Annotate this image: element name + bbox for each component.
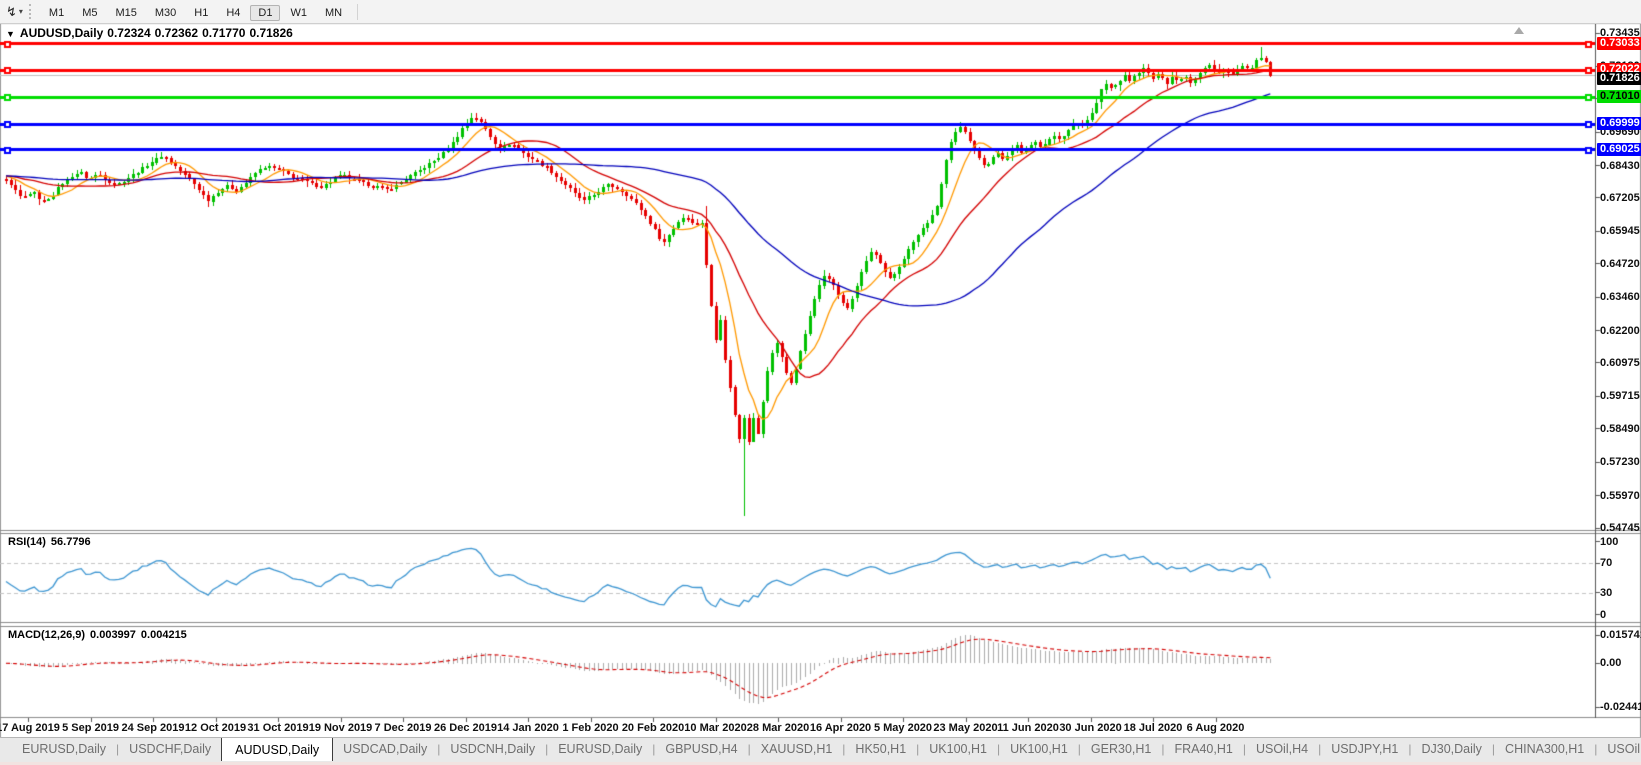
- price-axis-tick: 0.65945: [1600, 225, 1640, 237]
- date-axis-label: 19 Nov 2019: [309, 722, 373, 734]
- chart-tab-audusd-daily[interactable]: AUDUSD,Daily: [221, 737, 333, 761]
- price-level-label: 0.69999: [1597, 117, 1641, 130]
- cursor-tool-icon[interactable]: ↯: [0, 1, 19, 23]
- chart-tab-china300-h1[interactable]: CHINA300,H1: [1495, 738, 1594, 762]
- timeframe-toolbar: ↯ ▾ M1M5M15M30H1H4D1W1MN: [0, 0, 1641, 24]
- chart-tab-usdcnh-daily[interactable]: USDCNH,Daily: [440, 738, 545, 762]
- symbol-name: AUDUSD,Daily: [20, 26, 103, 40]
- date-axis-label: 24 Sep 2019: [122, 722, 185, 734]
- chart-title: ▼ AUDUSD,Daily 0.72324 0.72362 0.71770 0.7182…: [6, 26, 297, 40]
- date-axis-label: 18 Jul 2020: [1124, 722, 1183, 734]
- chart-tab-xauusd-h1[interactable]: XAUUSD,H1: [751, 738, 843, 762]
- price-level-label: 0.69025: [1597, 143, 1641, 156]
- date-axis-label: 30 Jun 2020: [1059, 722, 1121, 734]
- price-axis-tick: 0.59715: [1600, 390, 1640, 402]
- chart-tab-uk100-h1[interactable]: UK100,H1: [1000, 738, 1078, 762]
- timeframe-button-M15[interactable]: M15: [107, 5, 144, 21]
- price-axis-tick: 0.54745: [1600, 522, 1640, 534]
- price-axis-tick: 0.68430: [1600, 160, 1640, 172]
- rsi-axis-tick: 0: [1600, 609, 1606, 621]
- date-axis-label: 11 Jun 2020: [997, 722, 1059, 734]
- date-axis-label: 1 Feb 2020: [562, 722, 618, 734]
- chevron-down-icon[interactable]: ▾: [19, 7, 27, 16]
- macd-pane-label: MACD(12,26,9) 0.003997 0.004215: [8, 629, 192, 641]
- price-level-label: 0.73033: [1597, 37, 1641, 50]
- rsi-axis-tick: 70: [1600, 557, 1612, 569]
- macd-signal-value: 0.004215: [141, 629, 187, 641]
- macd-axis-tick: 0.015741: [1600, 629, 1641, 641]
- macd-indicator-name: MACD(12,26,9): [8, 629, 85, 641]
- price-axis-tick: 0.67205: [1600, 192, 1640, 204]
- ohlc-low: 0.71770: [202, 26, 245, 40]
- timeframe-button-W1[interactable]: W1: [282, 5, 315, 21]
- toolbar-grip[interactable]: [29, 4, 34, 19]
- date-axis-label: 12 Oct 2019: [185, 722, 246, 734]
- date-axis-label: 31 Oct 2019: [247, 722, 308, 734]
- chart-tab-bar: EURUSD,Daily|USDCHF,DailyAUDUSD,DailyUSD…: [0, 737, 1641, 762]
- price-axis-tick: 0.60975: [1600, 357, 1640, 369]
- rsi-pane-label: RSI(14) 56.7796: [8, 536, 96, 548]
- timeframe-buttons: M1M5M15M30H1H4D1W1MN: [40, 3, 351, 21]
- rsi-indicator-name: RSI(14): [8, 536, 46, 548]
- chart-tab-dj30-daily[interactable]: DJ30,Daily: [1411, 738, 1491, 762]
- price-axis-tick: 0.57230: [1600, 456, 1640, 468]
- price-level-label: 0.71010: [1597, 90, 1641, 103]
- macd-main-value: 0.003997: [90, 629, 136, 641]
- rsi-indicator-value: 56.7796: [51, 536, 91, 548]
- chart-tab-usoil-h4[interactable]: USOil,H4: [1246, 738, 1318, 762]
- rsi-axis-tick: 100: [1600, 536, 1618, 548]
- rsi-axis-tick: 30: [1600, 587, 1612, 599]
- date-axis-label: 16 Apr 2020: [810, 722, 871, 734]
- chart-tab-fra40-h1[interactable]: FRA40,H1: [1164, 738, 1242, 762]
- timeframe-button-M1[interactable]: M1: [41, 5, 72, 21]
- chart-tab-usdjpy-h1[interactable]: USDJPY,H1: [1321, 738, 1408, 762]
- symbol-dropdown-icon[interactable]: ▼: [6, 29, 15, 39]
- date-axis-label: 5 May 2020: [874, 722, 932, 734]
- price-axis-tick: 0.63460: [1600, 291, 1640, 303]
- timeframe-button-H4[interactable]: H4: [218, 5, 248, 21]
- timeframe-button-M5[interactable]: M5: [74, 5, 105, 21]
- date-axis-label: 28 Mar 2020: [747, 722, 809, 734]
- date-axis-label: 14 Jan 2020: [497, 722, 559, 734]
- toolbar-separator: [357, 4, 358, 20]
- timeframe-button-M30[interactable]: M30: [147, 5, 184, 21]
- current-price-label: 0.71826: [1597, 72, 1641, 85]
- chart-tab-uk100-h1[interactable]: UK100,H1: [919, 738, 997, 762]
- price-axis-tick: 0.62200: [1600, 325, 1640, 337]
- date-axis-label: 26 Dec 2019: [434, 722, 497, 734]
- date-axis-label: 6 Aug 2020: [1187, 722, 1245, 734]
- chart-canvas[interactable]: [0, 0, 1641, 765]
- chart-shift-marker[interactable]: [1514, 27, 1524, 34]
- chart-tab-usoil-h1[interactable]: USOil,H1: [1597, 738, 1641, 762]
- date-axis-label: 23 May 2020: [933, 722, 997, 734]
- timeframe-button-H1[interactable]: H1: [186, 5, 216, 21]
- macd-axis-tick: 0.00: [1600, 657, 1621, 669]
- chart-tab-eurusd-daily[interactable]: EURUSD,Daily: [548, 738, 652, 762]
- date-axis-label: 7 Dec 2019: [375, 722, 432, 734]
- macd-axis-tick: -0.024412: [1600, 701, 1641, 713]
- chart-tab-gbpusd-h4[interactable]: GBPUSD,H4: [655, 738, 747, 762]
- timeframe-button-MN[interactable]: MN: [317, 5, 350, 21]
- chart-tab-eurusd-daily[interactable]: EURUSD,Daily: [12, 738, 116, 762]
- mt4-terminal: ↯ ▾ M1M5M15M30H1H4D1W1MN ▼ AUDUSD,Daily 0.…: [0, 0, 1641, 765]
- timeframe-button-D1[interactable]: D1: [250, 5, 280, 21]
- ohlc-open: 0.72324: [107, 26, 150, 40]
- date-axis-label: 10 Mar 2020: [684, 722, 746, 734]
- price-axis-tick: 0.58490: [1600, 423, 1640, 435]
- ohlc-high: 0.72362: [155, 26, 198, 40]
- date-axis-label: 20 Feb 2020: [622, 722, 684, 734]
- chart-tab-ger30-h1[interactable]: GER30,H1: [1081, 738, 1161, 762]
- price-axis-tick: 0.64720: [1600, 258, 1640, 270]
- date-axis-label: 5 Sep 2019: [62, 722, 119, 734]
- chart-tab-usdcad-daily[interactable]: USDCAD,Daily: [333, 738, 437, 762]
- ohlc-close: 0.71826: [249, 26, 292, 40]
- chart-tab-hk50-h1[interactable]: HK50,H1: [845, 738, 916, 762]
- chart-tab-usdchf-daily[interactable]: USDCHF,Daily: [119, 738, 221, 762]
- price-axis-tick: 0.55970: [1600, 490, 1640, 502]
- date-axis-label: 17 Aug 2019: [0, 722, 60, 734]
